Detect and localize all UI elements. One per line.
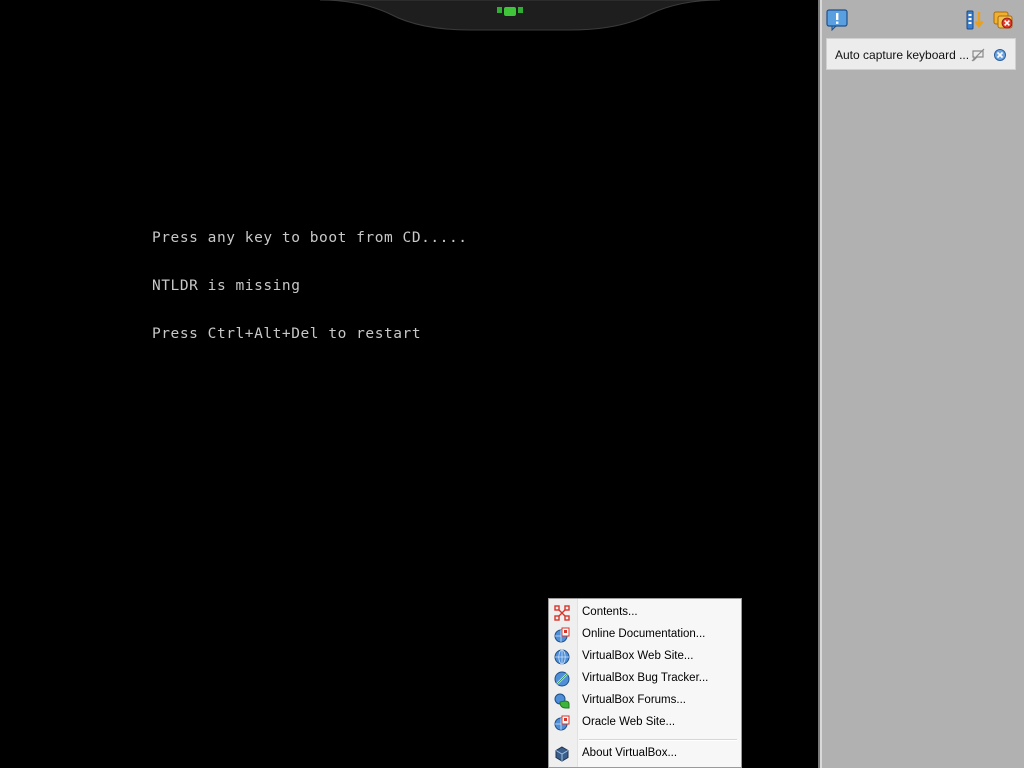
menu-item-contents[interactable]: Contents... bbox=[549, 602, 741, 624]
notification-center: Auto capture keyboard ... bbox=[818, 0, 1024, 768]
menu-item-online-documentation[interactable]: Online Documentation... bbox=[549, 624, 741, 646]
menu-item-oracle-web-site[interactable]: Oracle Web Site... bbox=[549, 712, 741, 734]
notification-item[interactable]: Auto capture keyboard ... bbox=[826, 38, 1016, 70]
message-icon[interactable] bbox=[826, 9, 848, 31]
close-message-icon[interactable] bbox=[993, 48, 1007, 62]
boot-console-output: Press any key to boot from CD..... NTLDR… bbox=[152, 198, 468, 374]
console-line: Press Ctrl+Alt+Del to restart bbox=[152, 326, 422, 342]
menu-item-label: VirtualBox Forums... bbox=[582, 694, 686, 706]
notification-message: Auto capture keyboard ... bbox=[835, 48, 970, 62]
menu-item-virtualbox-bug-tracker[interactable]: VirtualBox Bug Tracker... bbox=[549, 668, 741, 690]
about-icon bbox=[555, 746, 569, 762]
oracle-site-icon bbox=[554, 715, 570, 731]
menu-item-label: VirtualBox Web Site... bbox=[582, 650, 694, 662]
mini-toolbar[interactable] bbox=[300, 0, 740, 34]
menu-item-virtualbox-web-site[interactable]: VirtualBox Web Site... bbox=[549, 646, 741, 668]
close-all-icon[interactable] bbox=[992, 9, 1014, 31]
contents-icon bbox=[554, 605, 570, 621]
menu-separator bbox=[579, 739, 737, 741]
menu-item-label: Contents... bbox=[582, 606, 638, 618]
forums-icon bbox=[554, 693, 570, 709]
menu-item-label: VirtualBox Bug Tracker... bbox=[582, 672, 709, 684]
help-menu: Contents... Online Documentation... Virt… bbox=[548, 598, 742, 768]
online-docs-icon bbox=[554, 627, 570, 643]
menu-item-about-virtualbox[interactable]: About VirtualBox... bbox=[549, 743, 741, 765]
sort-icon[interactable] bbox=[965, 9, 987, 31]
bug-tracker-icon bbox=[554, 671, 570, 687]
console-line: NTLDR is missing bbox=[152, 278, 301, 294]
console-line: Press any key to boot from CD..... bbox=[152, 230, 468, 246]
dont-show-again-icon[interactable] bbox=[971, 48, 985, 62]
menu-item-label: About VirtualBox... bbox=[582, 747, 678, 759]
menu-item-virtualbox-forums[interactable]: VirtualBox Forums... bbox=[549, 690, 741, 712]
panel-divider bbox=[820, 0, 822, 768]
menu-item-label: Online Documentation... bbox=[582, 628, 706, 640]
web-site-icon bbox=[554, 649, 570, 665]
menu-item-label: Oracle Web Site... bbox=[582, 716, 676, 728]
